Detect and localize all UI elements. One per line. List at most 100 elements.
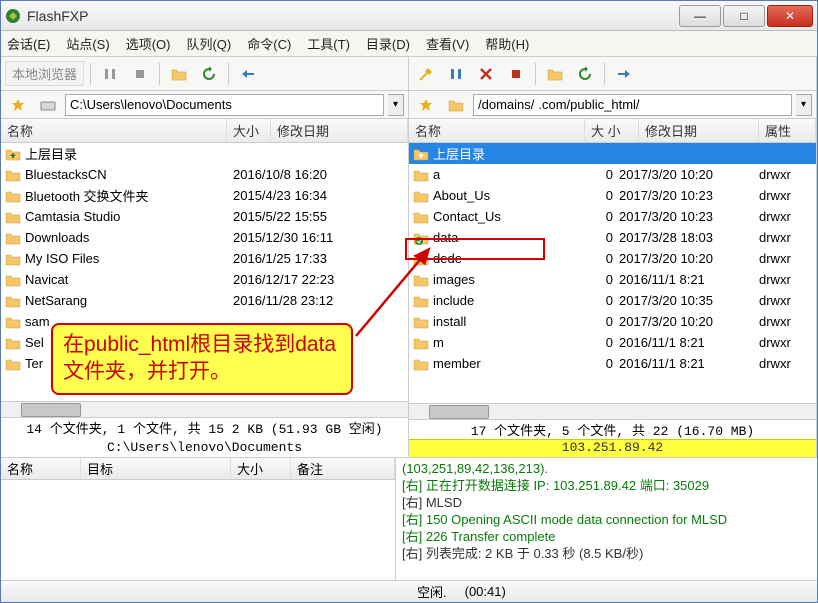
folder-icon — [5, 167, 21, 183]
drive-icon[interactable] — [35, 92, 61, 118]
file-row[interactable]: images02016/11/1 8:21drwxr — [409, 269, 816, 290]
col-name[interactable]: 名称 — [409, 119, 585, 142]
new-folder-icon[interactable] — [166, 61, 192, 87]
folder-icon — [413, 167, 429, 183]
qcol-name[interactable]: 名称 — [1, 458, 81, 479]
col-attr[interactable]: 属性 — [759, 119, 816, 142]
path-dropdown-icon[interactable]: ▾ — [388, 94, 404, 116]
qcol-note[interactable]: 备注 — [291, 458, 395, 479]
folder-icon — [5, 209, 21, 225]
folder-icon — [5, 272, 21, 288]
file-row[interactable]: Bluetooth 交换文件夹2015/4/23 16:34 — [1, 185, 408, 206]
local-hscroll[interactable] — [1, 401, 408, 417]
file-row[interactable]: dede02017/3/20 10:20drwxr — [409, 248, 816, 269]
log-line: [右] 226 Transfer complete — [402, 528, 811, 545]
close-button[interactable]: ✕ — [767, 5, 813, 27]
folder-icon — [5, 230, 21, 246]
file-row[interactable]: include02017/3/20 10:35drwxr — [409, 290, 816, 311]
remote-pathbar: /domains/ .com/public_html/ ▾ — [409, 91, 816, 119]
file-row[interactable]: Navicat2016/12/17 22:23 — [1, 269, 408, 290]
up-dir-row[interactable]: 上层目录 — [1, 143, 408, 164]
maximize-button[interactable]: □ — [723, 5, 765, 27]
local-pathbar: C:\Users\lenovo\Documents ▾ — [1, 91, 408, 119]
connect-icon[interactable] — [413, 61, 439, 87]
file-row[interactable]: Contact_Us02017/3/20 10:23drwxr — [409, 206, 816, 227]
folder-icon — [5, 335, 21, 351]
menu-command[interactable]: 命令(C) — [247, 34, 291, 53]
log-line: [右] 150 Opening ASCII mode data connecti… — [402, 511, 811, 528]
transfer-icon[interactable] — [611, 61, 637, 87]
col-size[interactable]: 大小 — [227, 119, 271, 142]
log-pane[interactable]: (103,251,89,42,136,213).[右] 正在打开数据连接 IP:… — [396, 458, 817, 580]
up-dir-row[interactable]: 上层目录 — [409, 143, 816, 164]
status-time: (00:41) — [465, 584, 506, 599]
minimize-button[interactable]: — — [679, 5, 721, 27]
file-row[interactable]: My ISO Files2016/1/25 17:33 — [1, 248, 408, 269]
remote-stats: 17 个文件夹, 5 个文件, 共 22 (16.70 MB) — [409, 419, 816, 439]
col-date[interactable]: 修改日期 — [271, 119, 408, 142]
folder-icon — [413, 335, 429, 351]
folder-icon — [413, 293, 429, 309]
folder-icon — [5, 356, 21, 372]
local-tab[interactable]: 本地浏览器 — [5, 61, 84, 86]
remote-hscroll[interactable] — [409, 403, 816, 419]
pause-icon[interactable] — [97, 61, 123, 87]
col-name[interactable]: 名称 — [1, 119, 227, 142]
menu-view[interactable]: 查看(V) — [426, 34, 469, 53]
file-row[interactable]: m02016/11/1 8:21drwxr — [409, 332, 816, 353]
menu-queue[interactable]: 队列(Q) — [186, 34, 231, 53]
folder-icon — [413, 209, 429, 225]
menu-help[interactable]: 帮助(H) — [485, 34, 529, 53]
folder-icon — [5, 251, 21, 267]
menu-site[interactable]: 站点(S) — [66, 34, 109, 53]
menu-options[interactable]: 选项(O) — [126, 34, 171, 53]
file-row[interactable]: BluestacksCN2016/10/8 16:20 — [1, 164, 408, 185]
local-path-input[interactable]: C:\Users\lenovo\Documents — [65, 94, 384, 116]
file-row[interactable]: member02016/11/1 8:21drwxr — [409, 353, 816, 374]
stop-icon[interactable] — [127, 61, 153, 87]
path-dropdown-icon[interactable]: ▾ — [796, 94, 812, 116]
folder-icon — [5, 293, 21, 309]
menu-session[interactable]: 会话(E) — [7, 34, 50, 53]
queue-list[interactable] — [1, 480, 395, 580]
file-row[interactable]: Camtasia Studio2015/5/22 15:55 — [1, 206, 408, 227]
up-folder-icon — [5, 146, 21, 162]
status-idle: 空闲. — [417, 582, 447, 601]
remote-file-list[interactable]: 上层目录 a02017/3/20 10:20drwxrAbout_Us02017… — [409, 143, 816, 403]
bookmark-icon[interactable] — [5, 92, 31, 118]
log-line: [右] 正在打开数据连接 IP: 103.251.89.42 端口: 35029 — [402, 477, 811, 494]
log-line: [右] 列表完成: 2 KB 于 0.33 秒 (8.5 KB/秒) — [402, 545, 811, 562]
file-row[interactable]: install02017/3/20 10:20drwxr — [409, 311, 816, 332]
menu-directory[interactable]: 目录(D) — [366, 34, 410, 53]
file-row[interactable]: Downloads2015/12/30 16:11 — [1, 227, 408, 248]
folder-icon — [413, 356, 429, 372]
qcol-target[interactable]: 目标 — [81, 458, 231, 479]
file-row[interactable]: About_Us02017/3/20 10:23drwxr — [409, 185, 816, 206]
queue-pane: 名称 目标 大小 备注 — [1, 458, 396, 580]
disconnect-icon[interactable] — [473, 61, 499, 87]
folder-icon[interactable] — [443, 92, 469, 118]
statusbar: 空闲. (00:41) — [1, 580, 817, 602]
remote-ip-bar: 103.251.89.42 — [409, 439, 816, 457]
bookmark-icon[interactable] — [413, 92, 439, 118]
folder-icon — [5, 314, 21, 330]
file-row[interactable]: NetSarang2016/11/28 23:12 — [1, 290, 408, 311]
transfer-icon[interactable] — [235, 61, 261, 87]
local-stats-path: C:\Users\lenovo\Documents — [1, 437, 408, 457]
file-row[interactable]: a02017/3/20 10:20drwxr — [409, 164, 816, 185]
window-title: FlashFXP — [27, 8, 677, 24]
pause-icon[interactable] — [443, 61, 469, 87]
remote-path-input[interactable]: /domains/ .com/public_html/ — [473, 94, 792, 116]
qcol-size[interactable]: 大小 — [231, 458, 291, 479]
abort-icon[interactable] — [503, 61, 529, 87]
menu-tools[interactable]: 工具(T) — [307, 34, 350, 53]
folder-sync-icon — [413, 230, 429, 246]
folder-icon — [413, 272, 429, 288]
col-date[interactable]: 修改日期 — [639, 119, 759, 142]
col-size[interactable]: 大 小 — [585, 119, 639, 142]
file-row[interactable]: data02017/3/28 18:03drwxr — [409, 227, 816, 248]
refresh-icon[interactable] — [572, 61, 598, 87]
app-icon — [5, 8, 21, 24]
new-folder-icon[interactable] — [542, 61, 568, 87]
refresh-icon[interactable] — [196, 61, 222, 87]
